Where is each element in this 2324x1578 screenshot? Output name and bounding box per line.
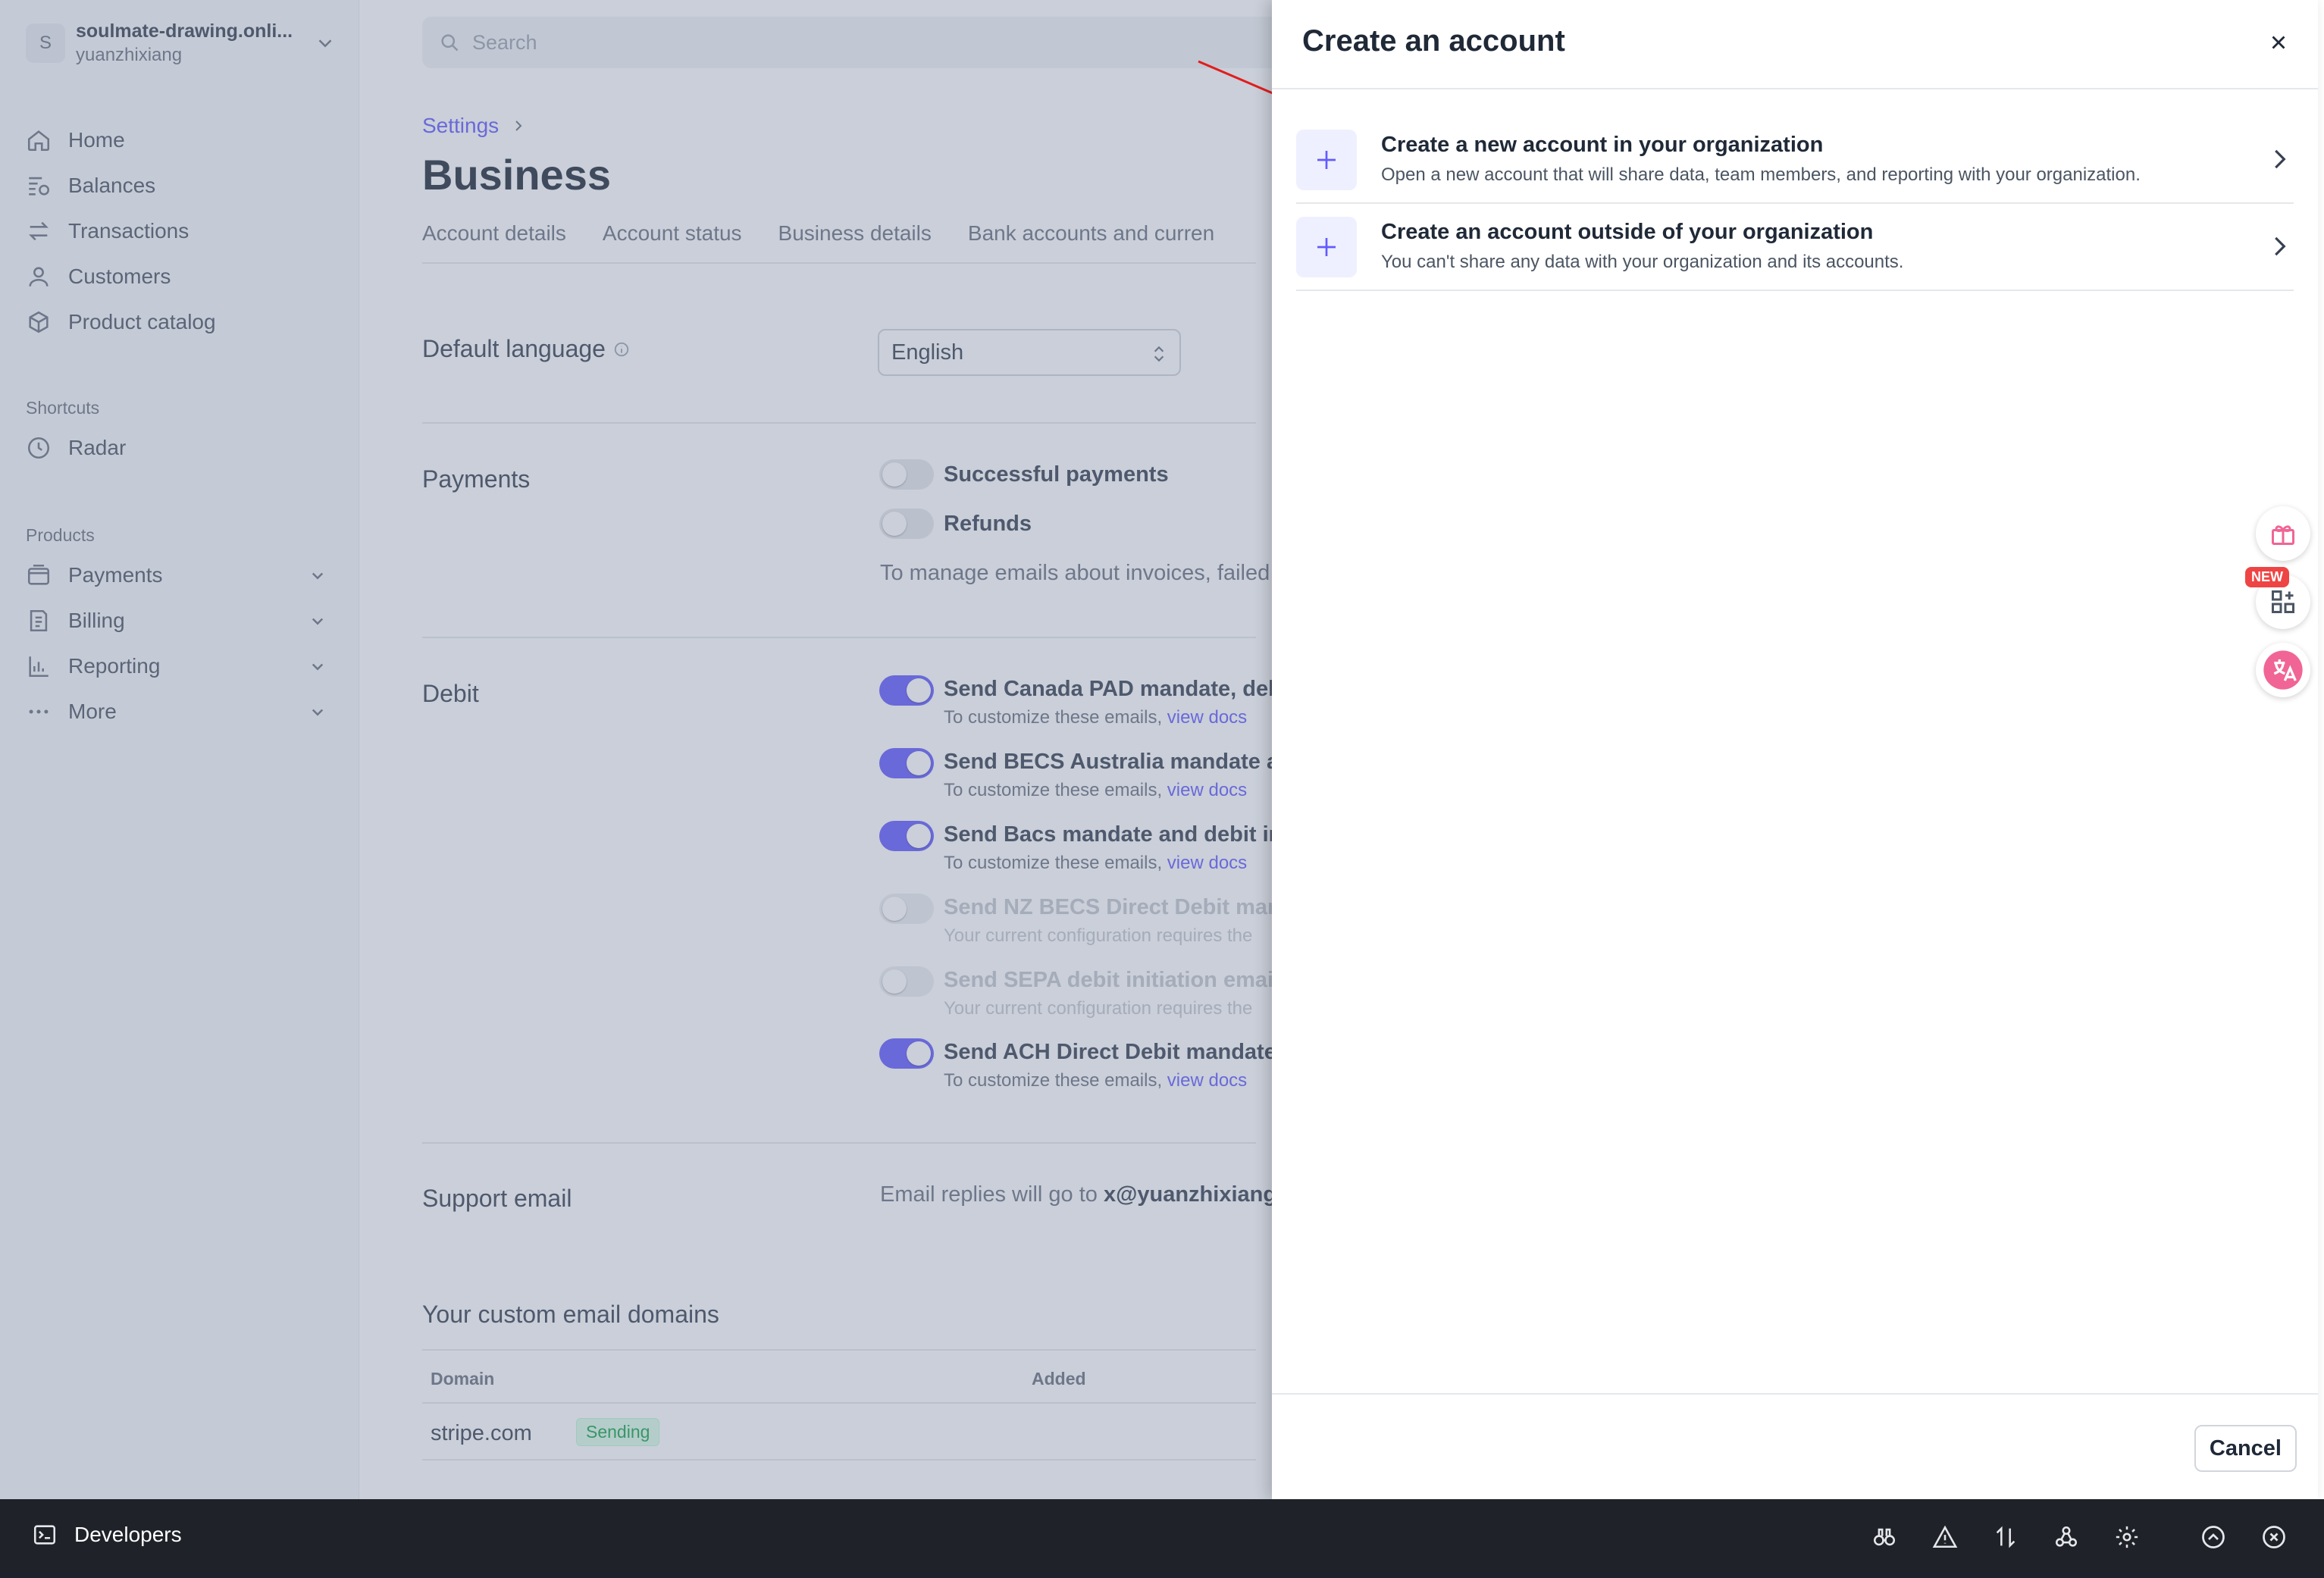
account-outside-org-option[interactable]: Create an account outside of your organi…	[1296, 205, 2294, 291]
inspect-button[interactable]	[1869, 1522, 1900, 1552]
option-subtitle: Open a new account that will share data,…	[1381, 164, 2141, 185]
option-subtitle: You can't share any data with your organ…	[1381, 252, 1904, 272]
apps-add-icon	[2272, 590, 2294, 613]
terminal-icon	[33, 1525, 56, 1545]
sort-button[interactable]	[1990, 1522, 2021, 1552]
option-title: Create an account outside of your organi…	[1381, 220, 1874, 244]
developers-label: Developers	[74, 1523, 182, 1546]
gift-button[interactable]	[2256, 506, 2310, 561]
drawer-header: Create an account	[1272, 0, 2318, 89]
settings-button[interactable]	[2112, 1522, 2142, 1552]
settings-icon	[2116, 1526, 2138, 1548]
expand-up-icon	[2202, 1526, 2225, 1548]
option-title: Create a new account in your organizatio…	[1381, 133, 1824, 157]
developers-toggle[interactable]: Developers	[32, 1522, 182, 1548]
warning-icon	[1932, 1525, 1958, 1548]
expand-button[interactable]	[2198, 1522, 2228, 1552]
gift-icon	[2272, 525, 2294, 545]
create-account-drawer: Create an account Create a new account i…	[1272, 0, 2318, 1499]
webhooks-button[interactable]	[2051, 1522, 2081, 1552]
chevron-right-icon	[2275, 149, 2286, 169]
close-icon	[2272, 36, 2285, 49]
translate-icon	[2263, 650, 2303, 690]
sort-icon	[1996, 1526, 2015, 1548]
developers-bar: Developers	[0, 1499, 2324, 1578]
plus-tile	[1296, 217, 1357, 277]
chevron-right-icon	[2275, 236, 2286, 256]
warnings-button[interactable]	[1930, 1522, 1960, 1552]
plus-tile	[1296, 130, 1357, 190]
modal-overlay[interactable]	[0, 0, 1272, 1499]
plus-icon	[1317, 151, 1336, 169]
drawer-footer: Cancel	[1272, 1393, 2318, 1499]
webhooks-icon	[2055, 1526, 2078, 1547]
inspect-icon	[1873, 1528, 1896, 1546]
cancel-button[interactable]: Cancel	[2194, 1425, 2297, 1472]
plus-icon	[1317, 238, 1336, 256]
new-badge: NEW	[2245, 567, 2289, 587]
close-circle-icon	[2263, 1526, 2285, 1548]
drawer-title: Create an account	[1302, 24, 1565, 58]
close-devbar-button[interactable]	[2259, 1522, 2289, 1552]
new-account-in-org-option[interactable]: Create a new account in your organizatio…	[1296, 117, 2294, 204]
app-background: S soulmate-drawing.onli... yuanzhixiang …	[0, 0, 2324, 1499]
close-button[interactable]	[2262, 26, 2295, 59]
developer-tools	[1839, 1522, 2289, 1552]
translate-button[interactable]	[2256, 643, 2310, 697]
